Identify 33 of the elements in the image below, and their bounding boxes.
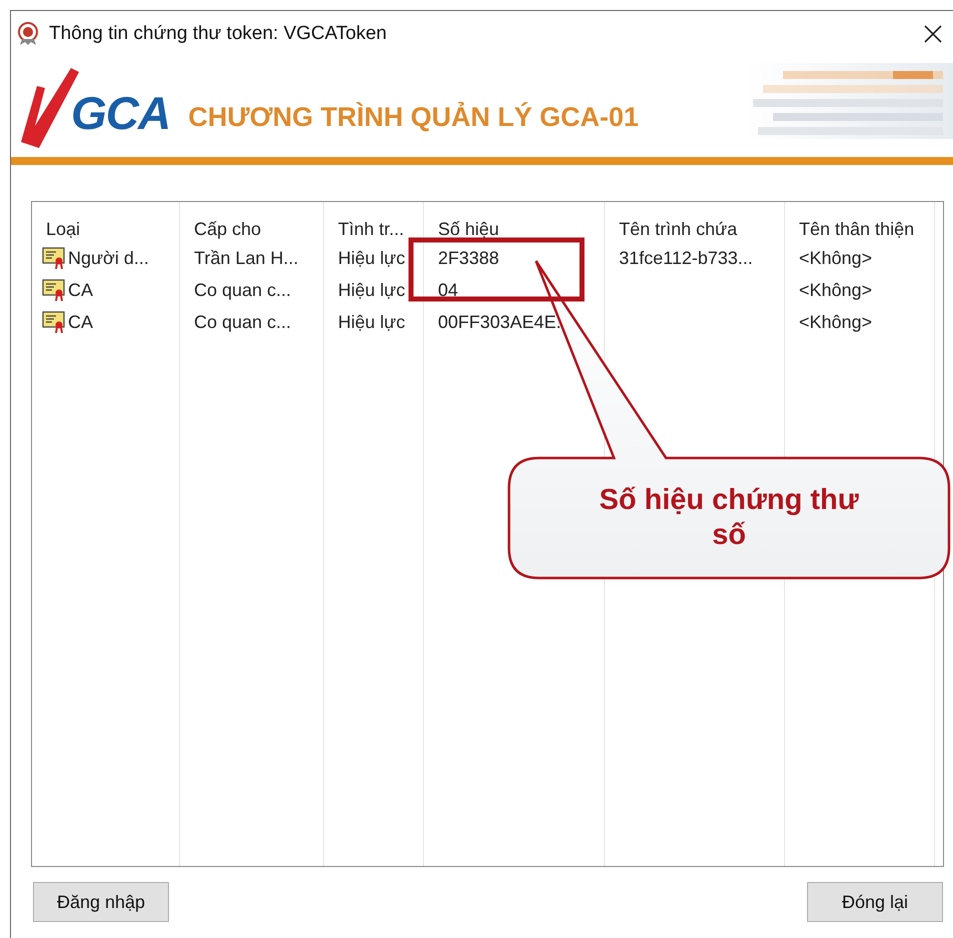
- table-cell: Trần Lan H...: [194, 248, 298, 268]
- dialog-button[interactable]: Đăng nhập: [33, 882, 169, 922]
- column-header[interactable]: Số hiệu: [424, 219, 605, 240]
- app-icon: [17, 22, 39, 46]
- table-cell: Hiệu lực: [338, 312, 406, 332]
- table-cell: 31fce112-b733...: [619, 248, 753, 268]
- table-cell: CA: [68, 280, 94, 300]
- table-cell: 2F3388: [438, 248, 500, 268]
- certificate-icon: [42, 278, 66, 302]
- column-header[interactable]: Cấp cho: [180, 219, 324, 240]
- column-header[interactable]: Tên thân thiện: [785, 219, 935, 240]
- table-cell: Hiệu lực: [338, 280, 406, 300]
- table-cell: Co quan c...: [194, 312, 292, 332]
- table-cell: CA: [68, 312, 94, 332]
- close-icon[interactable]: [923, 24, 943, 44]
- table-cell: Co quan c...: [194, 280, 292, 300]
- certificate-icon: [42, 246, 66, 270]
- certificate-icon: [42, 310, 66, 334]
- table-cell: 04: [438, 280, 458, 300]
- window-title: Thông tin chứng thư token: VGCAToken: [49, 23, 388, 45]
- dialog-button[interactable]: Đóng lại: [807, 882, 943, 922]
- table-cell: <Không>: [799, 248, 872, 268]
- program-title: CHƯƠNG TRÌNH QUẢN LÝ GCA-01: [188, 102, 639, 132]
- column-header[interactable]: Loại: [32, 219, 180, 240]
- logo-text: GCA: [71, 86, 170, 140]
- callout-text: Số hiệu chứng thư số: [598, 483, 860, 553]
- table-cell: <Không>: [799, 280, 872, 300]
- column-header[interactable]: Tên trình chứa: [605, 219, 785, 240]
- table-cell: 00FF303AE4E.: [438, 312, 562, 332]
- table-cell: <Không>: [799, 312, 872, 332]
- table-cell: Hiệu lực: [338, 248, 406, 268]
- column-header[interactable]: Tình tr...: [324, 219, 424, 240]
- table-cell: Người d...: [68, 248, 149, 268]
